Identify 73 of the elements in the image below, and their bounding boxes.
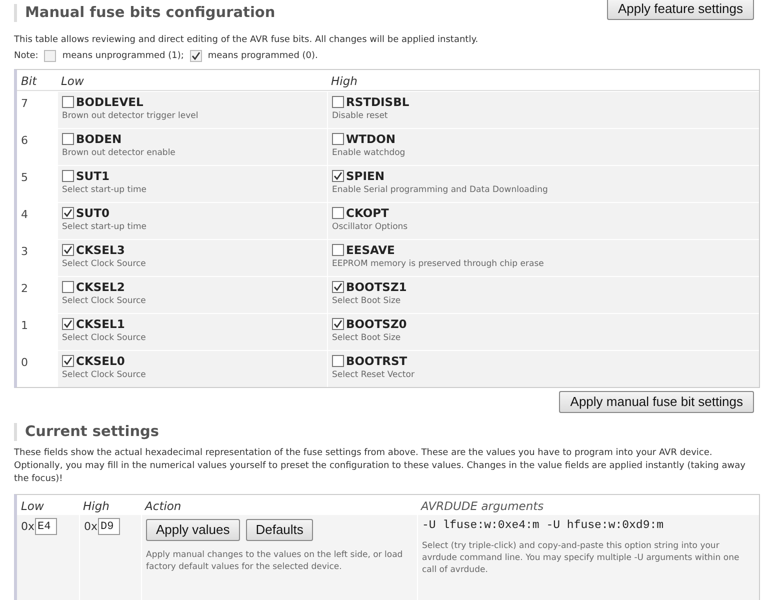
avrdude-note: Select (try triple-click) and copy-and-paste this option string into your avrdude command line. You may specify multiple -U arguments within one call of avrdude. [422, 540, 740, 576]
checkbox[interactable] [332, 244, 344, 256]
action-button[interactable]: Apply values [146, 519, 240, 541]
fuse-name: SUT0 [76, 206, 110, 220]
hex-prefix: 0x [21, 520, 35, 533]
column-header: High [330, 73, 358, 90]
fuse-name: RSTDISBL [346, 95, 410, 109]
fuse-description: Disable reset [332, 111, 389, 121]
fuse-description: Brown out detector enable [62, 148, 176, 158]
fuse-name: BOOTSZ0 [346, 317, 407, 331]
fuse-description: Select Clock Source [62, 296, 147, 306]
column-header: Bit [20, 73, 38, 90]
action-button[interactable]: Defaults [246, 519, 314, 541]
fuse-description: Enable Serial programming and Data Downloading [332, 185, 549, 195]
hex-input[interactable]: E4 [34, 518, 57, 535]
checkbox[interactable] [62, 170, 74, 182]
hex-input[interactable]: D9 [98, 518, 120, 535]
fuse-description: Select Clock Source [62, 333, 147, 343]
fuse-name: EESAVE [346, 243, 395, 257]
legend-text: means programmed (0). [208, 51, 318, 61]
checkbox[interactable] [62, 281, 74, 293]
checkbox[interactable] [332, 355, 344, 367]
checkbox[interactable] [62, 355, 74, 367]
checkbox[interactable] [332, 207, 344, 219]
fuse-description: Select Clock Source [62, 370, 147, 380]
checkbox[interactable] [332, 133, 344, 145]
fuse-name: CKOPT [346, 206, 389, 220]
column-header: Action [144, 498, 182, 515]
fuse-name: CKSEL0 [76, 354, 125, 368]
column-header: High [82, 498, 110, 515]
fuse-description: Oscillator Options [332, 222, 409, 232]
fuse-name: SUT1 [76, 169, 110, 183]
legend-text: means unprogrammed (1); [62, 51, 184, 61]
apply-feature-button[interactable]: Apply feature settings [606, 0, 754, 20]
fuse-name: BODLEVEL [76, 95, 144, 109]
fuse-description: Select Reset Vector [332, 370, 416, 380]
checkbox[interactable] [62, 133, 74, 145]
column-header: Low [20, 498, 45, 515]
fuse-description: Select Clock Source [62, 259, 147, 269]
column-header: AVRDUDE arguments [420, 498, 545, 515]
fuse-name: WTDON [346, 132, 396, 146]
fuse-name: CKSEL2 [76, 280, 125, 294]
fuse-name: BODEN [76, 132, 122, 146]
fuse-description: Brown out detector trigger level [62, 111, 200, 121]
fuse-name: SPIEN [346, 169, 384, 183]
column-header: Low [60, 73, 85, 90]
fuse-name: CKSEL3 [76, 243, 125, 257]
checkbox[interactable] [332, 281, 344, 293]
intro-text: These fields show the actual hexadecimal representation of the fuse settings from above. These are the values you have to program into your AVR device. Optionally, you may fill in the numerical values yourself to preset the configuration to these values. Changes in the value fields are applied instantly (taking away the focus)! [14, 447, 746, 486]
checkbox[interactable] [332, 96, 344, 108]
apply-manual-button[interactable]: Apply manual fuse bit settings [559, 391, 754, 413]
fuse-description: Select start-up time [62, 222, 148, 232]
fuse-description: Select Boot Size [332, 296, 402, 306]
intro-text: This table allows reviewing and direct editing of the AVR fuse bits. All changes will be applied instantly. [14, 34, 480, 47]
fuse-name: CKSEL1 [76, 317, 125, 331]
checkbox[interactable] [62, 207, 74, 219]
action-note: Apply manual changes to the values on the left side, or load factory default values for the selected device. [146, 549, 404, 573]
fuse-description: Select Boot Size [332, 333, 402, 343]
checkbox[interactable] [62, 318, 74, 330]
fuse-description: Enable watchdog [332, 148, 406, 158]
checkbox[interactable] [332, 170, 344, 182]
section-heading: Manual fuse bits configuration [14, 4, 276, 22]
checkbox[interactable] [62, 96, 74, 108]
fuse-name: BOOTSZ1 [346, 280, 407, 294]
fuse-description: Select start-up time [62, 185, 148, 195]
note-label: Note: [14, 51, 38, 61]
avrdude-arguments: -U lfuse:w:0xe4:m -U hfuse:w:0xd9:m [422, 519, 665, 532]
fuse-description: EEPROM memory is preserved through chip erase [332, 259, 545, 269]
section-heading: Current settings [14, 423, 752, 441]
fuse-name: BOOTRST [346, 354, 408, 368]
checkbox[interactable] [332, 318, 344, 330]
checkbox[interactable] [62, 244, 74, 256]
hex-prefix: 0x [84, 520, 98, 533]
